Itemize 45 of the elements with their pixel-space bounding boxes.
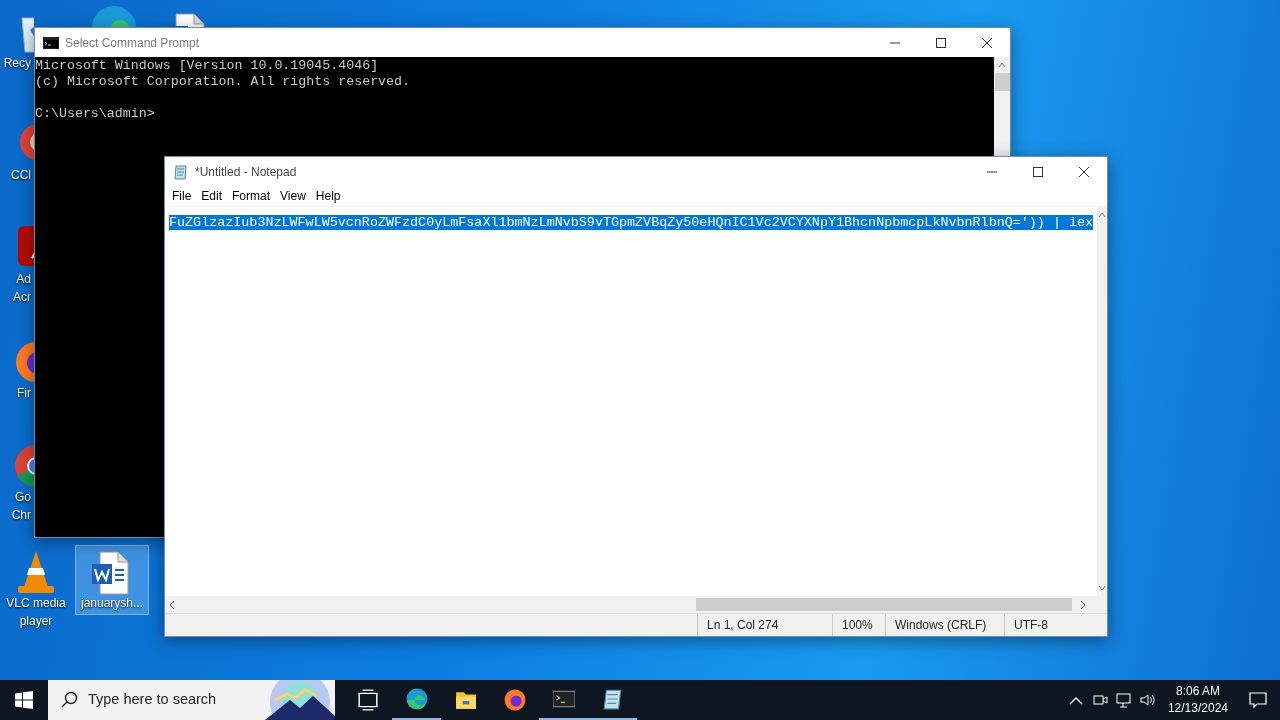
- window-title: *Untitled - Notepad: [195, 163, 297, 181]
- icon-label: Go: [14, 490, 32, 506]
- window-title: Select Command Prompt: [65, 34, 200, 52]
- speaker-icon: [1138, 691, 1157, 709]
- status-text: UTF-8: [1004, 614, 1107, 636]
- windows-logo-icon: [15, 691, 33, 709]
- terminal-icon: [43, 36, 59, 49]
- search-icon: [60, 691, 78, 709]
- icon-label: CCl: [10, 168, 32, 184]
- close-icon: [982, 37, 992, 48]
- search-field[interactable]: Type here to search: [48, 680, 335, 720]
- folder-icon: [454, 689, 477, 711]
- status-text: Windows (CRLF): [885, 614, 1004, 636]
- notepad-icon: [173, 163, 189, 180]
- icon-label: Acr: [12, 290, 32, 306]
- icon-label: Chr: [10, 508, 32, 524]
- menu-item[interactable]: Help: [310, 187, 346, 205]
- task-view-icon: [356, 689, 379, 711]
- notification-icon: [1248, 690, 1268, 710]
- network-icon: [1114, 691, 1133, 709]
- menu-item[interactable]: Edit: [196, 187, 228, 205]
- icon-label: VLC media: [5, 596, 67, 612]
- firefox-icon: [503, 689, 526, 711]
- console-line: C:\Users\admin>: [35, 106, 156, 122]
- status-text: 100%: [832, 614, 885, 636]
- scrollbar-thumb[interactable]: [696, 598, 1072, 611]
- icon-label: januarysh...: [79, 596, 144, 612]
- console-line: (c) Microsoft Corporation. All rights reserved.: [35, 74, 412, 90]
- edge-icon: [405, 688, 428, 710]
- menu-item[interactable]: View: [275, 187, 311, 205]
- menu-item[interactable]: Format: [227, 187, 276, 205]
- scrollbar-thumb[interactable]: [994, 73, 1010, 91]
- status-text: Ln 1, Col 274: [697, 614, 832, 636]
- console-line: Microsoft Windows [Version 10.0.19045.4046]: [35, 58, 380, 74]
- maximize-icon: [1033, 166, 1043, 177]
- maximize-icon: [936, 37, 946, 48]
- close-icon: [1079, 166, 1089, 177]
- icon-label: Fir: [16, 386, 32, 402]
- icon-label: player: [18, 614, 54, 630]
- icon-label: Recy: [2, 56, 32, 72]
- menu-item[interactable]: File: [167, 187, 197, 205]
- terminal-icon: [552, 688, 575, 710]
- clock[interactable]: 8:06 AM 12/13/2024: [1159, 683, 1236, 717]
- notepad-icon: [601, 688, 624, 710]
- icon-label: Ad: [15, 272, 32, 288]
